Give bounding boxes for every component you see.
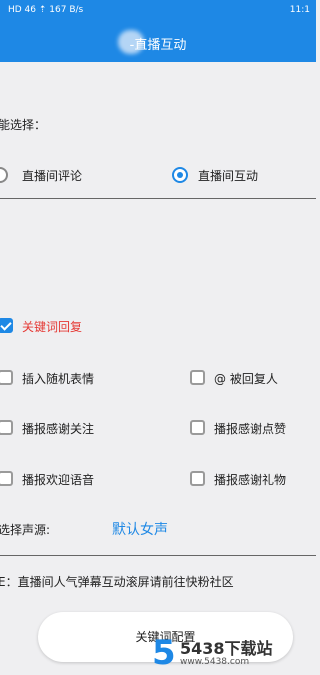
- checkbox-thank-gift[interactable]: 播报感谢礼物: [190, 470, 316, 488]
- radio-icon[interactable]: [0, 167, 8, 183]
- checkbox-checked-icon[interactable]: [0, 318, 13, 333]
- checkbox-icon[interactable]: [190, 471, 205, 486]
- status-left: HD 46 ⇡ 167 B/s: [8, 5, 84, 15]
- checkbox-icon[interactable]: [190, 370, 205, 385]
- checkbox-welcome-voice[interactable]: 播报欢迎语音: [0, 470, 140, 488]
- checkbox-random-emoji[interactable]: 插入随机表情: [0, 369, 140, 387]
- checkbox-label: @ 被回复人: [214, 372, 278, 386]
- keyword-reply-checkbox[interactable]: 关键词回复: [0, 317, 140, 335]
- clock: 11:1: [289, 5, 310, 15]
- watermark: 5 5438下载站 www.5438.com: [152, 631, 312, 673]
- checkbox-at-user[interactable]: @ 被回复人: [190, 369, 310, 387]
- checkbox-label: 播报欢迎语音: [22, 473, 95, 487]
- keyword-reply-label: 关键词回复: [22, 320, 83, 334]
- checkbox-thank-follow[interactable]: 播报感谢关注: [0, 419, 140, 437]
- status-bar: HD 46 ⇡ 167 B/s 11:1: [0, 0, 316, 22]
- watermark-url: www.5438.com: [180, 657, 250, 667]
- checkbox-icon[interactable]: [0, 471, 13, 486]
- watermark-logo: 5: [152, 633, 176, 673]
- title-bar: -直播互动: [0, 22, 316, 62]
- voice-select[interactable]: 默认女声: [112, 519, 168, 539]
- radio-comment-label: 直播间评论: [22, 169, 83, 183]
- checkbox-thank-like[interactable]: 播报感谢点赞: [190, 419, 316, 437]
- radio-comment[interactable]: 直播间评论: [0, 166, 102, 184]
- note-text: E：直播间人气弹幕互动滚屏请前往快粉社区: [0, 575, 234, 589]
- checkbox-icon[interactable]: [0, 420, 13, 435]
- checkbox-label: 播报感谢点赞: [214, 422, 287, 436]
- radio-interaction[interactable]: 直播间互动: [172, 166, 302, 184]
- divider: [0, 555, 316, 556]
- watermark-title: 5438下载站: [180, 639, 273, 658]
- radio-interaction-label: 直播间互动: [198, 169, 259, 183]
- divider: [0, 198, 316, 199]
- checkbox-icon[interactable]: [190, 420, 205, 435]
- checkbox-icon[interactable]: [0, 370, 13, 385]
- radio-selected-icon[interactable]: [172, 167, 188, 183]
- function-label: 能选择：: [0, 118, 47, 132]
- voice-label: 选择声源:: [0, 523, 51, 537]
- checkbox-label: 播报感谢礼物: [214, 473, 287, 487]
- page-title: -直播互动: [129, 38, 187, 53]
- checkbox-label: 插入随机表情: [22, 372, 95, 386]
- checkbox-label: 播报感谢关注: [22, 422, 95, 436]
